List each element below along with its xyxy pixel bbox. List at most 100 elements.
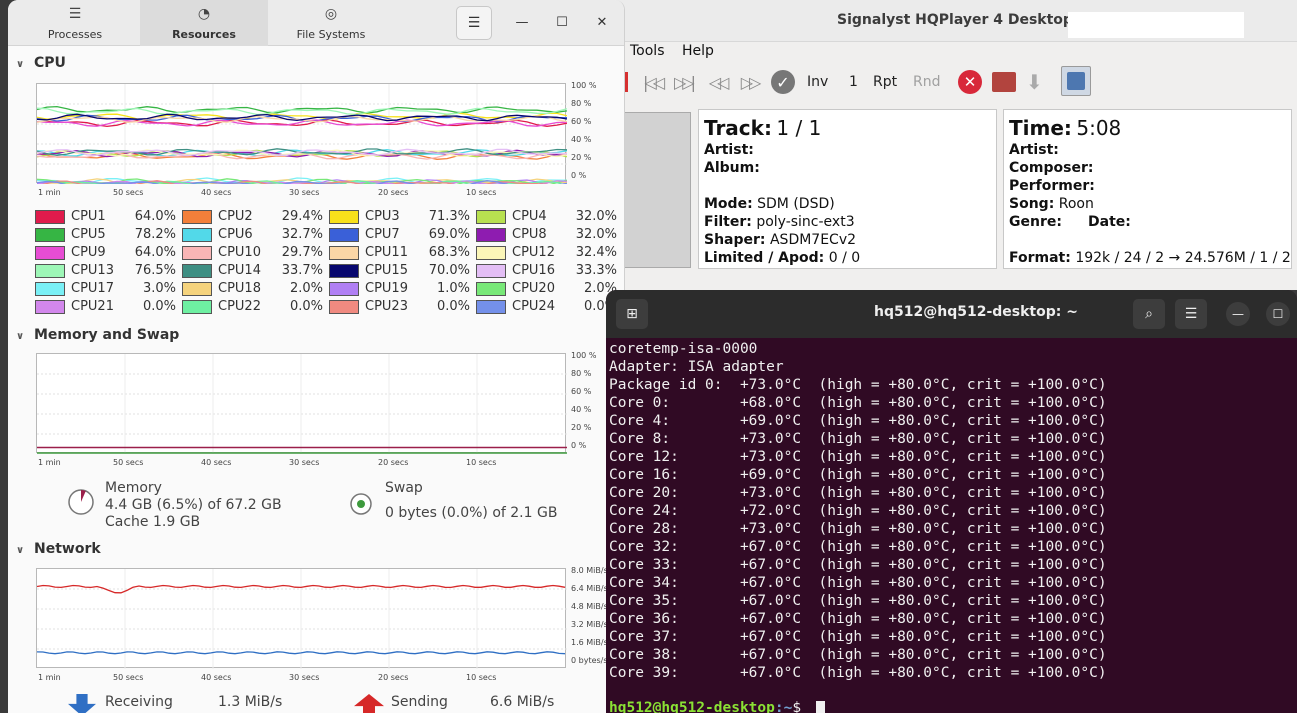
cpu-color-swatch[interactable] bbox=[35, 228, 65, 242]
tab-resources[interactable]: ◔ Resources bbox=[140, 0, 268, 46]
cpu-color-swatch[interactable] bbox=[476, 210, 506, 224]
system-monitor-headerbar[interactable]: ☰ Processes ◔ Resources ◎ File Systems ☰… bbox=[8, 0, 624, 46]
album-label: Album: bbox=[704, 160, 760, 176]
hqplayer-titlebar[interactable]: Signalyst HQPlayer 4 Desktop - r bbox=[608, 0, 1297, 42]
cpu-legend-item: CPU9 64.0% bbox=[35, 245, 176, 261]
tab-processes[interactable]: ☰ Processes bbox=[11, 0, 139, 46]
repeat-button[interactable]: Rpt bbox=[873, 70, 897, 94]
cpu-color-swatch[interactable] bbox=[35, 264, 65, 278]
cpu-color-swatch[interactable] bbox=[329, 300, 359, 314]
format-value: 192k / 24 / 2 → 24.576M / 1 / 2 bbox=[1075, 250, 1291, 266]
hamburger-icon[interactable]: ☰ bbox=[1175, 299, 1207, 329]
check-icon[interactable]: ✓ bbox=[771, 70, 795, 94]
next-track-icon[interactable]: ▷▷| bbox=[671, 70, 696, 94]
memory-section-header[interactable]: ∨ Memory and Swap bbox=[16, 327, 179, 343]
folder-icon[interactable] bbox=[992, 72, 1016, 92]
memory-label: Memory bbox=[105, 480, 162, 496]
cpu-value: 29.4% bbox=[281, 209, 323, 224]
chevron-down-icon: ∨ bbox=[16, 59, 25, 70]
maximize-icon[interactable]: ☐ bbox=[552, 13, 572, 33]
tab-file-systems-label: File Systems bbox=[296, 28, 366, 41]
library-icon[interactable] bbox=[1061, 66, 1091, 96]
cpu-color-swatch[interactable] bbox=[182, 282, 212, 296]
cpu-color-swatch[interactable] bbox=[182, 300, 212, 314]
cpu-name: CPU12 bbox=[512, 245, 555, 260]
cpu-color-swatch[interactable] bbox=[476, 228, 506, 242]
minimize-icon[interactable]: — bbox=[1226, 302, 1250, 326]
menu-tools[interactable]: Tools bbox=[630, 43, 665, 59]
cpu-color-swatch[interactable] bbox=[476, 282, 506, 296]
track-label: Track: bbox=[704, 116, 772, 140]
shaper-label: Shaper: bbox=[704, 232, 766, 248]
close-circle-icon[interactable]: ✕ bbox=[958, 70, 982, 94]
network-section-header[interactable]: ∨ Network bbox=[16, 541, 101, 557]
cpu-color-swatch[interactable] bbox=[476, 246, 506, 260]
chevron-down-icon: ∨ bbox=[16, 331, 25, 342]
cpu-color-swatch[interactable] bbox=[35, 282, 65, 296]
receiving-label: Receiving bbox=[105, 694, 173, 710]
tab-file-systems[interactable]: ◎ File Systems bbox=[267, 0, 395, 46]
cpu-color-swatch[interactable] bbox=[329, 246, 359, 260]
invert-button[interactable]: Inv bbox=[807, 70, 828, 94]
cpu-color-swatch[interactable] bbox=[35, 210, 65, 224]
cpu-x-tick: 50 secs bbox=[113, 188, 144, 197]
cpu-color-swatch[interactable] bbox=[182, 210, 212, 224]
network-y-tick: 3.2 MiB/s bbox=[571, 620, 608, 629]
terminal-line: Core 36: +67.0°C (high = +80.0°C, crit =… bbox=[609, 611, 1107, 627]
cpu-value: 0.0% bbox=[289, 299, 323, 314]
cpu-y-tick: 40 % bbox=[571, 135, 592, 144]
terminal-headerbar[interactable]: ⊞ hq512@hq512-desktop: ~ ⌕ ☰ — ☐ bbox=[606, 290, 1297, 338]
swap-usage: 0 bytes (0.0%) of 2.1 GB bbox=[385, 505, 558, 521]
track-info-panel: Track: 1 / 1 Artist: Album: Mode: SDM (D… bbox=[698, 109, 997, 269]
hamburger-icon: ☰ bbox=[467, 15, 481, 31]
time-info-panel: Time: 5:08 Artist: Composer: Performer: … bbox=[1003, 109, 1292, 269]
limited-label: Limited / Apod: bbox=[704, 250, 825, 266]
close-icon[interactable]: ✕ bbox=[592, 13, 612, 33]
cpu-color-swatch[interactable] bbox=[329, 264, 359, 278]
cpu-color-swatch[interactable] bbox=[182, 228, 212, 242]
terminal-line: Core 33: +67.0°C (high = +80.0°C, crit =… bbox=[609, 557, 1107, 573]
random-button[interactable]: Rnd bbox=[913, 70, 941, 94]
cpu-color-swatch[interactable] bbox=[35, 246, 65, 260]
hqplayer-title: Signalyst HQPlayer 4 Desktop - r bbox=[837, 12, 1096, 28]
minimize-icon[interactable]: — bbox=[512, 13, 532, 33]
cpu-value: 2.0% bbox=[289, 281, 323, 296]
cpu-color-swatch[interactable] bbox=[329, 282, 359, 296]
gauge-icon: ◔ bbox=[197, 6, 211, 22]
cpu-color-swatch[interactable] bbox=[329, 210, 359, 224]
cpu-color-swatch[interactable] bbox=[476, 264, 506, 278]
terminal-line: Core 37: +67.0°C (high = +80.0°C, crit =… bbox=[609, 629, 1107, 645]
cpu-value: 64.0% bbox=[134, 209, 176, 224]
terminal-prompt[interactable]: hq512@hq512-desktop:~$ bbox=[609, 700, 801, 713]
terminal-line: Core 34: +67.0°C (high = +80.0°C, crit =… bbox=[609, 575, 1107, 591]
fast-forward-icon[interactable]: ▷▷ bbox=[737, 70, 762, 94]
memory-x-tick: 1 min bbox=[38, 458, 61, 467]
maximize-icon[interactable]: ☐ bbox=[1266, 302, 1290, 326]
search-icon[interactable]: ⌕ bbox=[1133, 299, 1165, 329]
cpu-x-tick: 10 secs bbox=[466, 188, 497, 197]
cpu-value: 33.3% bbox=[575, 263, 617, 278]
cpu-x-tick: 30 secs bbox=[289, 188, 320, 197]
cpu-value: 0.0% bbox=[142, 299, 176, 314]
tab-processes-label: Processes bbox=[47, 28, 103, 41]
terminal-line: Core 28: +73.0°C (high = +80.0°C, crit =… bbox=[609, 521, 1107, 537]
rewind-icon[interactable]: ◁◁ bbox=[705, 70, 730, 94]
menu-help[interactable]: Help bbox=[682, 43, 714, 59]
cpu-name: CPU23 bbox=[365, 299, 408, 314]
cpu-color-swatch[interactable] bbox=[182, 264, 212, 278]
cpu-section-header[interactable]: ∨ CPU bbox=[16, 55, 66, 71]
cpu-color-swatch[interactable] bbox=[329, 228, 359, 242]
memory-y-tick: 60 % bbox=[571, 387, 592, 396]
hqplayer-window: Signalyst HQPlayer 4 Desktop - r Tools H… bbox=[608, 0, 1297, 290]
cpu-legend-item: CPU16 33.3% bbox=[476, 263, 617, 279]
terminal-output[interactable]: coretemp-isa-0000 Adapter: ISA adapter Pac… bbox=[609, 340, 1297, 682]
cpu-graph-canvas bbox=[36, 84, 568, 188]
cpu-color-swatch[interactable] bbox=[35, 300, 65, 314]
previous-track-icon[interactable]: |◁◁ bbox=[640, 70, 665, 94]
cpu-color-swatch[interactable] bbox=[476, 300, 506, 314]
memory-y-tick: 40 % bbox=[571, 405, 592, 414]
cpu-color-swatch[interactable] bbox=[182, 246, 212, 260]
hamburger-menu-button[interactable]: ☰ bbox=[456, 6, 492, 40]
download-arrow-icon[interactable]: ⬇ bbox=[1026, 70, 1043, 94]
sending-arrow-icon bbox=[354, 694, 384, 713]
